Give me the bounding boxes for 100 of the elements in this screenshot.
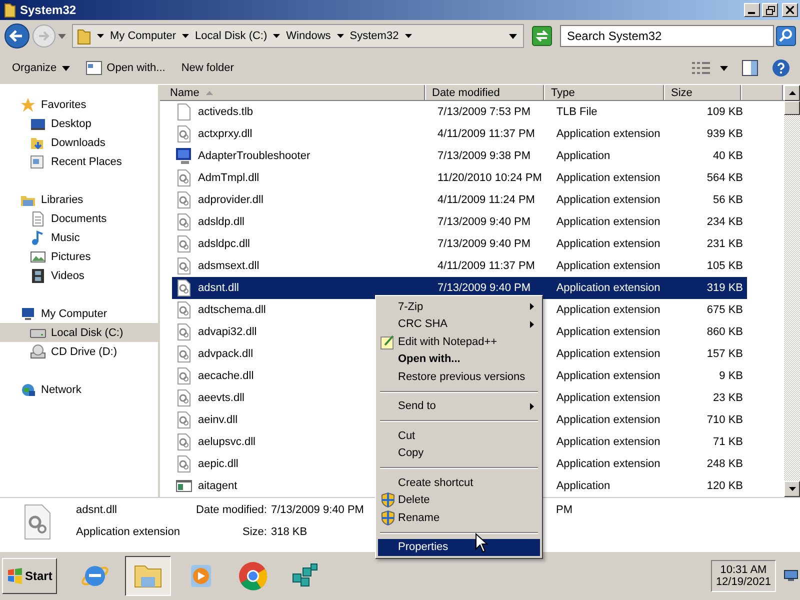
sidebar-item[interactable]: CD Drive (D:) bbox=[0, 342, 158, 361]
breadcrumb[interactable]: Windows bbox=[286, 30, 331, 42]
caret-icon[interactable] bbox=[273, 34, 280, 38]
down-arrow-icon[interactable] bbox=[788, 487, 796, 491]
table-cell: Application extension bbox=[556, 392, 660, 404]
sidebar-item[interactable]: Recent Places bbox=[0, 152, 158, 171]
sidebar-item[interactable]: Local Disk (C:) bbox=[0, 323, 158, 342]
restore-icon bbox=[766, 6, 774, 14]
file-name[interactable]: adsldpc.dll bbox=[198, 238, 250, 250]
table-cell: Application extension bbox=[556, 348, 660, 360]
start-button[interactable]: Start bbox=[2, 558, 58, 594]
menu-item[interactable]: 7-Zip bbox=[378, 298, 540, 316]
refresh-icon[interactable] bbox=[532, 26, 552, 46]
toolbar-button[interactable]: Organize bbox=[6, 58, 76, 78]
scrollbar[interactable] bbox=[784, 85, 800, 497]
field-value: 7/13/2009 9:40 PM bbox=[270, 504, 365, 516]
sidebar-item[interactable]: Pictures bbox=[0, 247, 158, 266]
breadcrumb[interactable]: My Computer bbox=[110, 30, 176, 42]
minimize-button[interactable] bbox=[744, 3, 760, 17]
address-bar[interactable]: My Computer Local Disk (C:) Windows System32 bbox=[72, 24, 524, 48]
file-name[interactable]: actxprxy.dll bbox=[198, 128, 252, 140]
menu-item[interactable]: Copy bbox=[378, 444, 540, 462]
table-cell: 939 KB bbox=[706, 128, 743, 140]
file-name: adsnt.dll bbox=[76, 504, 118, 516]
menu-item[interactable]: Send to bbox=[378, 398, 540, 415]
sidebar-item[interactable]: Favorites bbox=[0, 95, 158, 114]
file-name[interactable]: adsmsext.dll bbox=[198, 260, 260, 272]
up-arrow-icon[interactable] bbox=[788, 91, 796, 95]
table-cell: TLB File bbox=[556, 106, 598, 118]
caret-icon[interactable] bbox=[404, 34, 412, 38]
file-name[interactable]: activeds.tlb bbox=[198, 106, 254, 118]
sidebar-item[interactable]: Network bbox=[0, 380, 158, 399]
cursor-icon bbox=[475, 533, 488, 553]
breadcrumb[interactable]: Local Disk (C:) bbox=[195, 30, 268, 42]
menu-item[interactable]: Properties bbox=[378, 538, 540, 556]
column-header[interactable]: Name bbox=[160, 85, 426, 100]
caret-icon[interactable] bbox=[509, 34, 517, 38]
table-cell: Application extension bbox=[556, 260, 660, 272]
sidebar-item[interactable]: Downloads bbox=[0, 133, 158, 152]
menu-item[interactable]: Open with... bbox=[378, 350, 540, 368]
table-cell: 4/11/2009 11:24 PM bbox=[438, 194, 535, 206]
menu-item[interactable]: Delete bbox=[378, 492, 540, 509]
toolbar-button[interactable]: Open with... bbox=[80, 57, 172, 79]
file-name[interactable]: adprovider.dll bbox=[198, 194, 264, 206]
table-cell: 319 KB bbox=[706, 282, 743, 294]
window-title: System32 bbox=[20, 3, 78, 17]
menu-item[interactable]: Edit with Notepad++ bbox=[378, 333, 540, 350]
tray-clock[interactable]: 10:31 AM 12/19/2021 bbox=[710, 560, 776, 592]
menu-item[interactable]: Cut bbox=[378, 427, 540, 444]
search-field[interactable]: Search System32 bbox=[560, 25, 774, 47]
file-name[interactable]: advapi32.dll bbox=[198, 326, 257, 338]
file-name[interactable]: adtschema.dll bbox=[198, 304, 266, 316]
close-button[interactable] bbox=[782, 3, 798, 17]
restore-button[interactable] bbox=[762, 3, 778, 17]
caret-icon[interactable] bbox=[720, 66, 728, 70]
file-name[interactable]: aeinv.dll bbox=[198, 414, 238, 426]
monitor-icon[interactable] bbox=[784, 570, 798, 582]
scroll-thumb[interactable] bbox=[784, 101, 800, 115]
sidebar-item[interactable]: Videos bbox=[0, 266, 158, 285]
taskbar-button[interactable] bbox=[125, 556, 172, 596]
file-name[interactable]: aelupsvc.dll bbox=[198, 436, 256, 448]
caret-icon[interactable] bbox=[336, 34, 344, 38]
menu-item[interactable]: Rename bbox=[378, 509, 540, 526]
file-name[interactable]: advpack.dll bbox=[198, 348, 254, 360]
help-icon[interactable] bbox=[772, 59, 790, 77]
computer-icon bbox=[20, 306, 36, 322]
sidebar-item[interactable]: Libraries bbox=[0, 190, 158, 209]
view-options-icon[interactable] bbox=[692, 61, 710, 75]
column-header[interactable]: Date modified bbox=[426, 85, 545, 100]
menu-item[interactable]: CRC SHA bbox=[378, 316, 540, 333]
toolbar-button[interactable]: New folder bbox=[175, 58, 240, 78]
file-name[interactable]: aeevts.dll bbox=[198, 392, 244, 404]
search-icon[interactable] bbox=[776, 26, 796, 46]
column-header[interactable]: Type bbox=[545, 85, 665, 100]
file-name[interactable]: AdmTmpl.dll bbox=[198, 172, 260, 184]
file-name[interactable]: aecache.dll bbox=[198, 370, 254, 382]
back-icon[interactable] bbox=[4, 23, 30, 49]
table-cell: 231 KB bbox=[706, 238, 743, 250]
menu-item[interactable]: Create shortcut bbox=[378, 474, 540, 492]
sidebar-item[interactable]: Music bbox=[0, 228, 158, 247]
sidebar-item[interactable]: Documents bbox=[0, 209, 158, 228]
breadcrumb[interactable]: System32 bbox=[350, 30, 399, 42]
table-cell: Application extension bbox=[556, 436, 660, 448]
sidebar-item[interactable]: Desktop bbox=[0, 114, 158, 133]
file-name[interactable]: adsnt.dll bbox=[198, 282, 239, 294]
caret-icon[interactable] bbox=[182, 34, 190, 38]
sidebar-item[interactable]: My Computer bbox=[0, 304, 158, 323]
selected-row[interactable]: adsnt.dll 7/13/2009 9:40 PM Application extension 319 KB bbox=[172, 277, 747, 299]
menu-item[interactable]: Restore previous versions bbox=[378, 368, 540, 386]
table-cell: 4/11/2009 11:37 PM bbox=[438, 128, 535, 140]
file-name[interactable]: AdapterTroubleshooter bbox=[198, 150, 310, 162]
column-header[interactable]: Size bbox=[665, 85, 742, 100]
table-cell: 7/13/2009 9:38 PM bbox=[438, 150, 530, 162]
file-name[interactable]: adsldp.dll bbox=[198, 216, 244, 228]
file-name[interactable]: aitagent bbox=[198, 480, 238, 492]
caret-icon[interactable] bbox=[97, 34, 104, 38]
file-name[interactable]: aepic.dll bbox=[198, 458, 238, 470]
table-cell: 7/13/2009 9:40 PM bbox=[438, 282, 530, 294]
preview-pane-icon[interactable] bbox=[742, 60, 758, 76]
submenu-arrow-icon bbox=[530, 320, 534, 328]
